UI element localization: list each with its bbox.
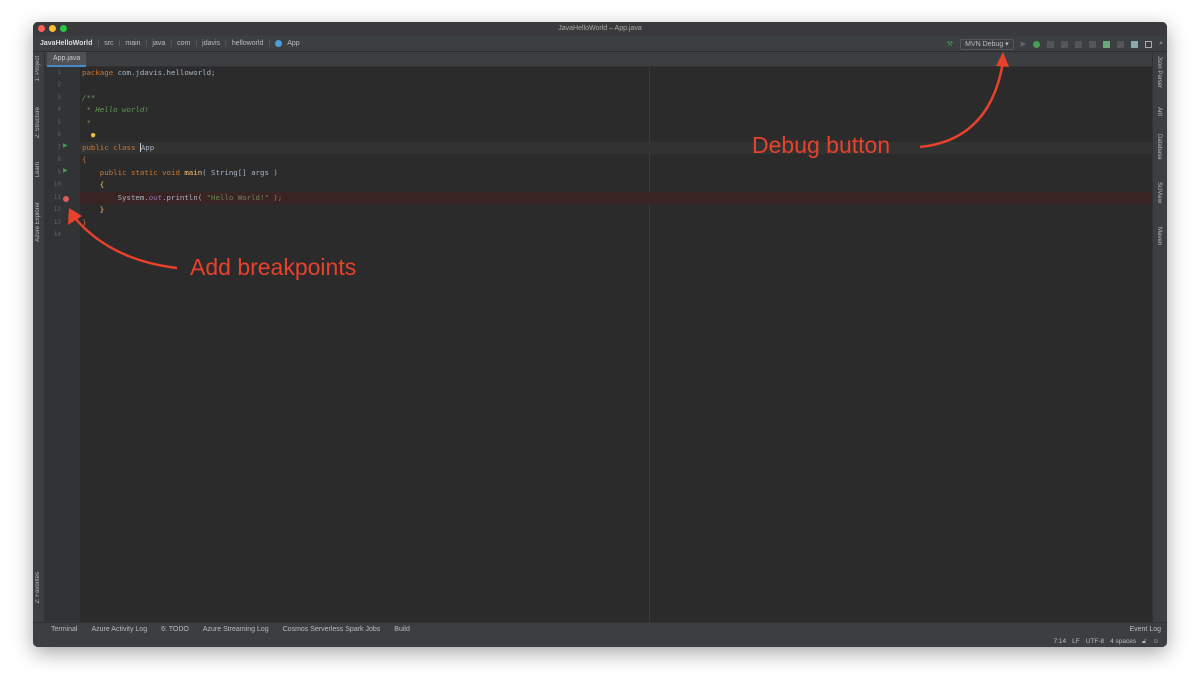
breakpoints-annotation: Add breakpoints <box>190 254 357 280</box>
annotation-arrows <box>68 52 1009 270</box>
breakpoint-arrow <box>73 216 178 270</box>
debug-arrowhead <box>996 52 1009 67</box>
debug-arrow <box>919 61 1005 149</box>
debug-button-annotation: Debug button <box>752 132 891 158</box>
